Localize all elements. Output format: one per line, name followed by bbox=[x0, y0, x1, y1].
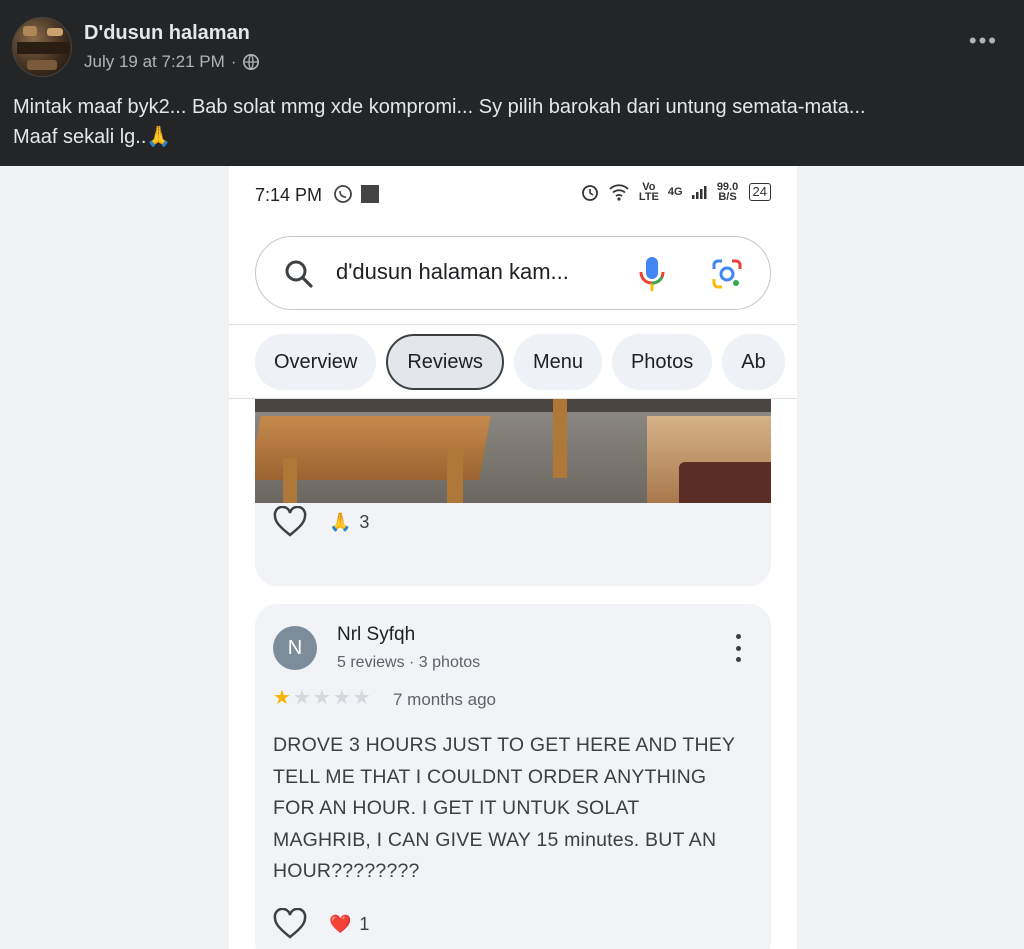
review-text-line: FOR AN HOUR. I GET IT UNTUK SOLAT bbox=[273, 797, 640, 819]
search-input[interactable]: d'dusun halaman kam... bbox=[336, 259, 569, 285]
review-text-line: TELL ME THAT I COULDNT ORDER ANYTHING bbox=[273, 765, 707, 788]
review-card: 🙏 3 bbox=[255, 376, 771, 586]
star-icon: ★ bbox=[312, 687, 331, 709]
tab-overview[interactable]: Overview bbox=[255, 334, 377, 390]
star-icon: ★ bbox=[273, 687, 291, 709]
post-author[interactable]: D'dusun halaman bbox=[84, 22, 250, 45]
review-text-line: HOUR???????? bbox=[273, 860, 420, 882]
mic-icon[interactable] bbox=[638, 255, 666, 293]
status-bar: 7:14 PM Vo LTE 4G 99.0 B/S 24 bbox=[229, 166, 797, 226]
reactions-row: ❤️ 1 bbox=[273, 908, 369, 940]
review-text-line: DROVE 3 HOURS JUST TO GET HERE AND THEY bbox=[273, 734, 736, 756]
whatsapp-icon bbox=[334, 185, 352, 203]
volte-label: Vo LTE bbox=[638, 181, 659, 203]
post-text: Mintak maaf byk2... Bab solat mmg xde ko… bbox=[13, 92, 1013, 152]
review-time: 7 months ago bbox=[393, 690, 497, 709]
reaction-summary[interactable]: 🙏 3 bbox=[329, 512, 369, 533]
post-text-line: Mintak maaf byk2... Bab solat mmg xde ko… bbox=[13, 96, 866, 118]
heart-emoji-icon: ❤️ bbox=[329, 913, 352, 934]
tab-photos[interactable]: Photos bbox=[611, 334, 713, 390]
reviewer-avatar[interactable]: N bbox=[273, 626, 317, 670]
tabs-bar: Overview Reviews Menu Photos Ab bbox=[229, 326, 797, 398]
like-heart-icon[interactable] bbox=[273, 506, 307, 538]
review-card: N Nrl Syfqh 5 reviews · 3 photos ★ ★ ★ ★… bbox=[255, 604, 771, 949]
wifi-icon bbox=[609, 184, 629, 201]
review-text-line: MAGHRIB, I CAN GIVE WAY 15 minutes. BUT … bbox=[273, 828, 717, 851]
star-icon: ★ bbox=[332, 687, 351, 709]
globe-icon bbox=[243, 53, 260, 71]
reviewer-name[interactable]: Nrl Syfqh bbox=[337, 624, 415, 646]
status-time: 7:14 PM bbox=[255, 185, 323, 205]
speed-label: 99.0 B/S bbox=[716, 181, 739, 203]
star-rating: ★ ★ ★ ★ ★ bbox=[273, 688, 371, 708]
post-header: D'dusun halaman July 19 at 7:21 PM · •••… bbox=[0, 0, 1024, 166]
signal-label: 4G bbox=[667, 186, 683, 198]
page-avatar[interactable] bbox=[12, 17, 72, 77]
alarm-icon bbox=[581, 185, 598, 201]
post-text-line: Maaf sekali lg..🙏 bbox=[13, 126, 172, 148]
star-icon: ★ bbox=[292, 687, 311, 709]
tab-menu[interactable]: Menu bbox=[513, 334, 602, 390]
search-bar[interactable]: d'dusun halaman kam... bbox=[255, 236, 771, 310]
tabs-divider bbox=[229, 398, 797, 399]
reactions-row: 🙏 3 bbox=[273, 506, 369, 538]
post-more-button[interactable]: ••• bbox=[969, 30, 998, 52]
notification-icon bbox=[361, 185, 379, 203]
tab-reviews[interactable]: Reviews bbox=[386, 334, 504, 390]
reaction-summary[interactable]: ❤️ 1 bbox=[329, 914, 369, 935]
search-icon[interactable] bbox=[284, 259, 314, 289]
reviewer-meta: 5 reviews · 3 photos bbox=[337, 654, 481, 671]
tab-about[interactable]: Ab bbox=[722, 334, 785, 390]
like-heart-icon[interactable] bbox=[273, 908, 307, 940]
battery-indicator: 24 bbox=[748, 183, 771, 201]
post-meta: July 19 at 7:21 PM · bbox=[84, 52, 260, 72]
lens-icon[interactable] bbox=[710, 257, 744, 291]
review-text: DROVE 3 HOURS JUST TO GET HERE AND THEY … bbox=[273, 730, 763, 888]
review-more-icon[interactable] bbox=[735, 634, 741, 662]
pray-emoji-icon: 🙏 bbox=[329, 511, 352, 532]
divider bbox=[229, 324, 797, 325]
signal-icon bbox=[691, 186, 707, 199]
reaction-count: 3 bbox=[359, 511, 370, 532]
reaction-count: 1 bbox=[359, 913, 370, 934]
phone-screenshot[interactable]: 7:14 PM Vo LTE 4G 99.0 B/S 24 d'dusun ha… bbox=[229, 166, 797, 949]
review-photo[interactable] bbox=[255, 398, 771, 503]
meta-separator: · bbox=[230, 52, 237, 71]
post-timestamp[interactable]: July 19 at 7:21 PM bbox=[84, 52, 225, 72]
star-icon: ★ bbox=[352, 687, 371, 709]
